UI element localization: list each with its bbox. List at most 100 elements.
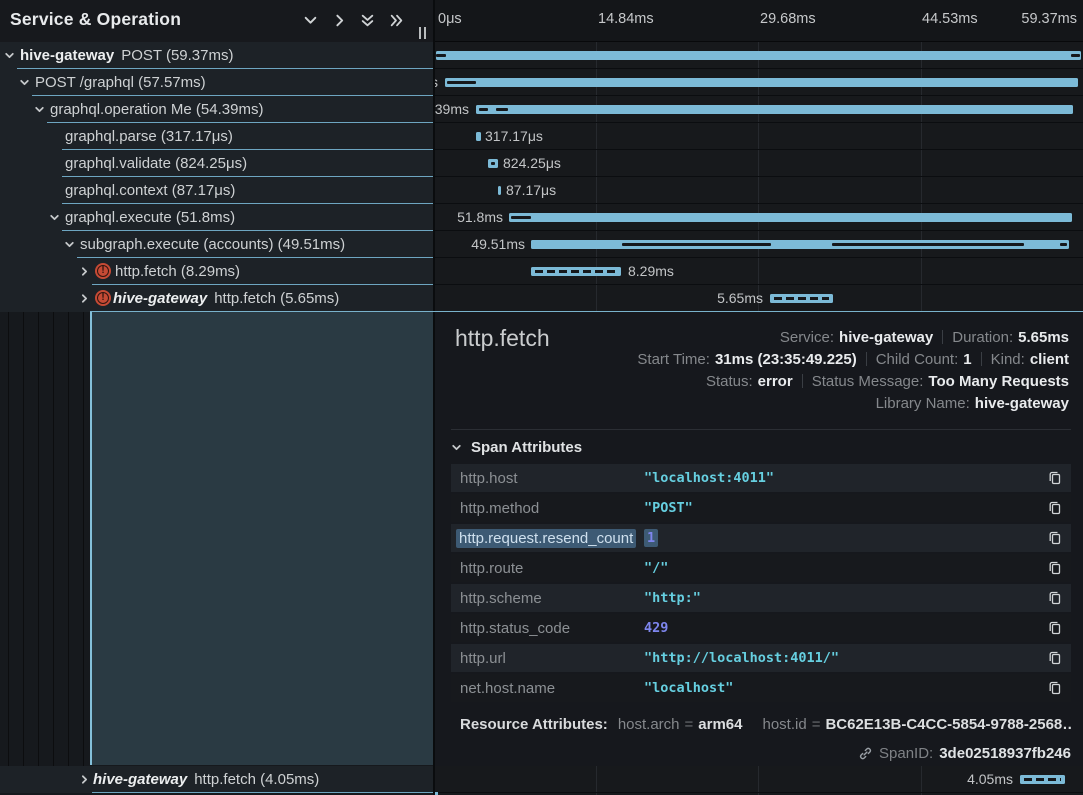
panel-resize-handle[interactable] — [419, 27, 429, 40]
service-operation-panel: Service & Operation hive-gatewayPOST — [0, 0, 433, 795]
span-bar-subgraph[interactable] — [531, 240, 1069, 249]
resource-attributes-section-header[interactable]: Resource Attributes: host.arch = arm64 h… — [451, 712, 1071, 736]
tree-row-graphql-operation[interactable]: graphql.operation Me (54.39ms) — [0, 96, 433, 123]
tree-row-http-fetch-3[interactable]: hive-gatewayhttp.fetch (4.05ms) — [0, 766, 433, 793]
duration-label: 317.17μs — [485, 123, 543, 150]
copy-icon[interactable] — [1047, 560, 1063, 576]
chevron-right-icon[interactable] — [79, 266, 90, 277]
collapse-all-icon[interactable] — [360, 13, 376, 29]
error-icon — [95, 290, 111, 306]
link-icon[interactable] — [858, 746, 873, 761]
span-bar-context[interactable] — [498, 186, 501, 195]
bar-segment — [511, 216, 531, 219]
chevron-right-icon[interactable] — [79, 774, 90, 785]
expand-all-icon[interactable] — [389, 13, 405, 29]
span-label: graphql.validate (824.25μs) — [65, 150, 247, 177]
section-title: Resource Attributes: — [460, 716, 608, 733]
copy-icon[interactable] — [1047, 590, 1063, 606]
meta-label: Duration: — [952, 329, 1013, 346]
duration-label: 4.05ms — [943, 766, 1013, 793]
meta-value: client — [1030, 351, 1069, 368]
span-bar-post-root[interactable] — [436, 51, 1081, 60]
span-bar-validate[interactable] — [488, 159, 498, 168]
attribute-row: http.host "localhost:4011" — [451, 464, 1071, 492]
attribute-key: http.scheme — [460, 590, 644, 607]
tree-row-graphql-execute[interactable]: graphql.execute (51.8ms) — [0, 204, 433, 231]
meta-value: 1 — [963, 351, 971, 368]
meta-label: Kind: — [991, 351, 1025, 368]
tree-row-graphql-context[interactable]: graphql.context (87.17μs) — [0, 177, 433, 204]
meta-value: hive-gateway — [839, 329, 933, 346]
resource-value: BC62E13B-C4CC-5854-9788-2568… — [825, 716, 1071, 733]
chevron-down-icon[interactable] — [4, 50, 15, 61]
expand-one-icon[interactable] — [332, 13, 348, 29]
bar-segment — [622, 243, 771, 246]
span-bar-http-fetch-2[interactable] — [770, 294, 833, 303]
span-attributes-section-header[interactable]: Span Attributes — [451, 439, 582, 456]
chevron-down-icon — [451, 442, 462, 453]
tick-label: 59.37ms — [1021, 11, 1077, 27]
span-id-label: SpanID: — [879, 745, 933, 762]
resource-value: arm64 — [698, 716, 742, 733]
tree-row-http-fetch-2-selected[interactable]: hive-gatewayhttp.fetch (5.65ms) — [0, 285, 433, 312]
meta-value: Too Many Requests — [928, 373, 1069, 390]
meta-label: Child Count: — [876, 351, 959, 368]
timeline-row-border — [435, 230, 1083, 231]
meta-divider — [802, 374, 803, 388]
service-name: hive-gateway — [20, 47, 114, 64]
span-label: graphql.parse (317.17μs) — [65, 123, 233, 150]
copy-icon[interactable] — [1047, 530, 1063, 546]
span-bar-parse[interactable] — [476, 132, 481, 141]
tree-row-graphql-parse[interactable]: graphql.parse (317.17μs) — [0, 123, 433, 150]
tree-row-hive-gateway-post[interactable]: hive-gateway POST (59.37ms) — [0, 42, 433, 69]
copy-icon[interactable] — [1047, 470, 1063, 486]
span-bar-operation-me[interactable] — [476, 105, 1073, 114]
trace-viewer: Service & Operation hive-gatewayPOST — [0, 0, 1083, 795]
chevron-down-icon[interactable] — [19, 77, 30, 88]
copy-icon[interactable] — [1047, 680, 1063, 696]
chevron-right-icon[interactable] — [79, 293, 90, 304]
attribute-value: "http:" — [644, 590, 701, 606]
bar-segment — [496, 108, 508, 111]
duration-label: 54.39ms — [435, 96, 469, 123]
tree-row-post-graphql[interactable]: POST /graphql (57.57ms) — [0, 69, 433, 96]
tree-row-subgraph-execute[interactable]: subgraph.execute (accounts) (49.51ms) — [0, 231, 433, 258]
copy-icon[interactable] — [1047, 500, 1063, 516]
span-label: subgraph.execute (accounts) (49.51ms) — [80, 231, 345, 258]
tick-label: 14.84ms — [598, 11, 654, 27]
duration-label: 87.17μs — [506, 177, 556, 204]
duration-label: 824.25μs — [503, 150, 561, 177]
span-bar-http-fetch-1[interactable] — [531, 267, 621, 276]
service-name: hive-gateway — [93, 771, 187, 788]
span-bar-http-fetch-3[interactable] — [1020, 775, 1065, 784]
chevron-down-icon[interactable] — [64, 239, 75, 250]
attribute-value: "/" — [644, 560, 668, 576]
tree-row-graphql-validate[interactable]: graphql.validate (824.25μs) — [0, 150, 433, 177]
panel-title: Service & Operation — [10, 9, 181, 30]
span-bar-post-graphql[interactable] — [445, 78, 1078, 87]
copy-icon[interactable] — [1047, 620, 1063, 636]
tree-row-http-fetch-1[interactable]: http.fetch (8.29ms) — [0, 258, 433, 285]
copy-icon[interactable] — [1047, 650, 1063, 666]
span-label: http.fetch (8.29ms) — [115, 258, 240, 285]
meta-divider — [942, 330, 943, 344]
duration-label: 51.8ms — [435, 204, 503, 231]
chevron-down-icon[interactable] — [49, 212, 60, 223]
timeline-row-border — [435, 95, 1083, 96]
collapse-one-icon[interactable] — [303, 13, 319, 29]
service-operation-header: Service & Operation — [0, 0, 433, 42]
attribute-key: http.route — [460, 560, 644, 577]
attribute-row: http.scheme "http:" — [451, 584, 1071, 612]
attribute-value: 429 — [644, 620, 668, 636]
meta-value: hive-gateway — [975, 395, 1069, 412]
chevron-down-icon[interactable] — [34, 104, 45, 115]
attribute-row: net.host.name "localhost" — [451, 674, 1071, 702]
span-bar-execute[interactable] — [509, 213, 1072, 222]
span-label: graphql.execute (51.8ms) — [65, 204, 235, 231]
attribute-key: http.host — [460, 470, 644, 487]
equals-sign: = — [812, 716, 821, 733]
span-label: POST (59.37ms) — [121, 47, 233, 64]
tick-label: 0μs — [438, 11, 462, 27]
timeline-row-border — [435, 68, 1083, 69]
meta-label: Start Time: — [637, 351, 710, 368]
